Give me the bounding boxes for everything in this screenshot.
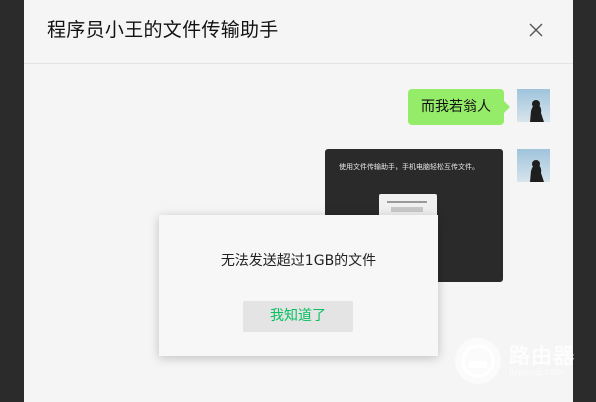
- router-logo-icon: [455, 338, 501, 384]
- confirm-button[interactable]: 我知道了: [243, 301, 353, 332]
- error-dialog: 无法发送超过1GB的文件 我知道了: [159, 215, 438, 356]
- watermark: 路由器 luyouqi.com: [455, 338, 595, 386]
- watermark-text: 路由器: [509, 344, 575, 368]
- image-message-caption: 使用文件传输助手，手机电脑轻松互传文件。: [339, 163, 479, 171]
- dialog-message: 无法发送超过1GB的文件: [220, 253, 377, 269]
- watermark-subtext: luyouqi.com: [509, 368, 565, 378]
- chat-title: 程序员小王的文件传输助手: [47, 19, 279, 41]
- avatar[interactable]: [517, 149, 550, 182]
- avatar[interactable]: [517, 89, 550, 122]
- chat-header: 程序员小王的文件传输助手: [24, 0, 573, 64]
- message-bubble[interactable]: 而我若翁人: [408, 89, 510, 125]
- close-icon[interactable]: [525, 19, 547, 41]
- message-text: 而我若翁人: [421, 99, 491, 115]
